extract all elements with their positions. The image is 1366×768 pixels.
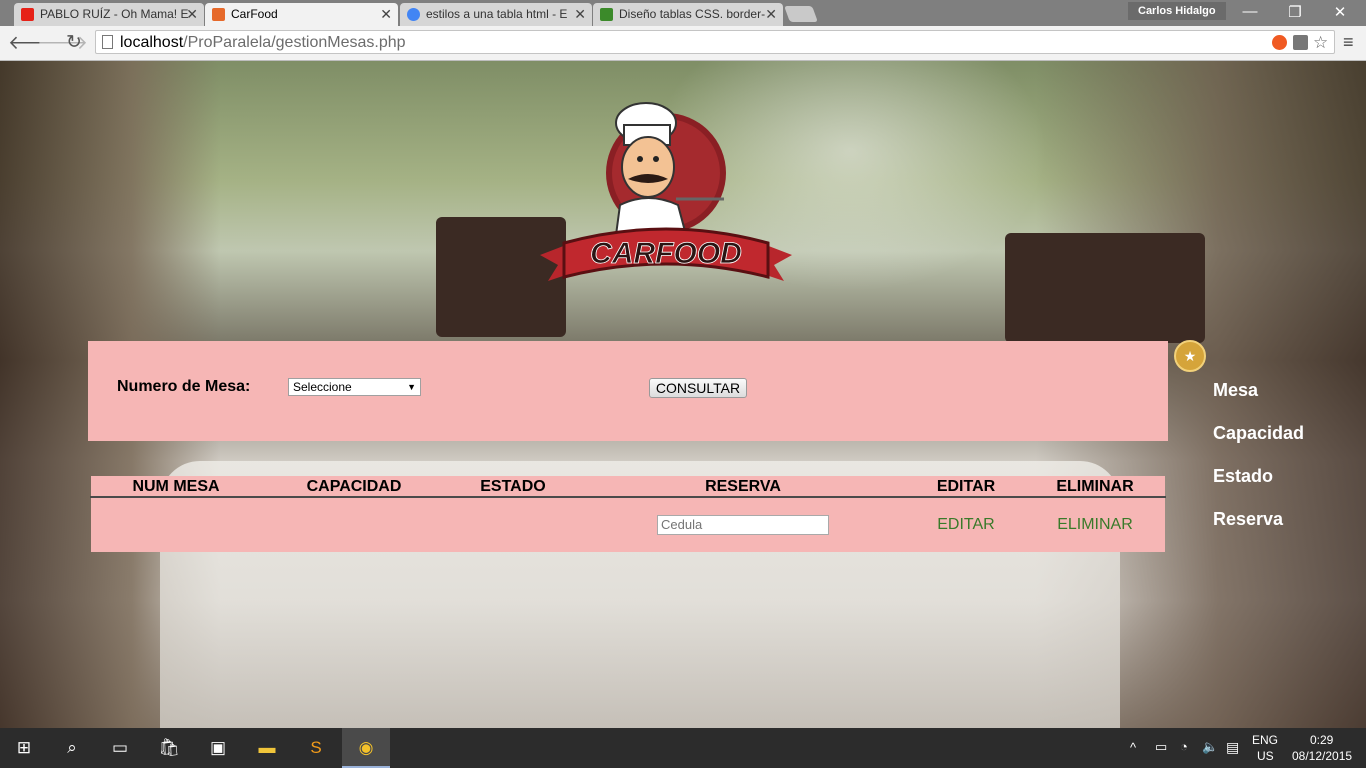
consultar-button[interactable]: CONSULTAR — [649, 378, 747, 398]
num-mesa-cell — [91, 497, 261, 552]
language-region[interactable]: US — [1257, 749, 1274, 763]
new-tab-button[interactable] — [784, 6, 818, 22]
browser-tab-strip: PABLO RUÍZ - Oh Mama! E ✕ CarFood ✕ esti… — [0, 0, 1366, 26]
tab-title: Diseño tablas CSS. border- — [619, 7, 766, 21]
language-code[interactable]: ENG — [1252, 733, 1278, 747]
youtube-favicon-icon — [21, 8, 34, 21]
extension-icon[interactable] — [1272, 35, 1287, 50]
close-icon[interactable]: ✕ — [186, 3, 198, 25]
url-path: /ProParalela/gestionMesas.php — [183, 34, 406, 51]
column-header-estado: ESTADO — [446, 476, 579, 498]
control-panel-icon[interactable]: ▣ — [194, 728, 242, 768]
column-header-num-mesa: NUM MESA — [91, 476, 261, 498]
column-header-editar: EDITAR — [906, 476, 1025, 498]
mesas-table: NUM MESA CAPACIDAD ESTADO RESERVA EDITAR… — [90, 475, 1166, 553]
numero-mesa-select[interactable]: Seleccione ▼ — [288, 378, 421, 396]
url-host: localhost — [120, 34, 184, 51]
file-explorer-icon[interactable]: ▬ — [243, 728, 291, 768]
reserva-cell — [578, 497, 907, 552]
store-icon[interactable]: 🛍 — [145, 728, 193, 768]
tab-diseno-tablas[interactable]: Diseño tablas CSS. border- ✕ — [593, 3, 783, 26]
task-view-icon[interactable]: ▭ — [96, 728, 144, 768]
logo-text: CARFOOD — [590, 237, 742, 270]
tab-youtube[interactable]: PABLO RUÍZ - Oh Mama! E ✕ — [14, 3, 204, 26]
address-bar[interactable]: localhost/ProParalela/gestionMesas.php ☆ — [95, 30, 1335, 54]
page-background: CARFOOD Numero de Mesa: Seleccione ▼ CON… — [0, 61, 1366, 728]
carfood-favicon-icon — [212, 8, 225, 21]
window-close-icon[interactable]: ✕ — [1320, 3, 1360, 21]
table-row: EDITAR ELIMINAR — [91, 497, 1165, 552]
tab-title: estilos a una tabla html - E — [426, 7, 568, 21]
editar-cell: EDITAR — [906, 497, 1025, 552]
reload-icon[interactable]: ↻ — [66, 31, 82, 54]
close-icon[interactable]: ✕ — [765, 3, 777, 25]
star-badge-icon[interactable]: ★ — [1174, 340, 1206, 372]
bookmark-star-icon[interactable]: ☆ — [1313, 34, 1328, 51]
column-header-reserva: RESERVA — [578, 476, 907, 498]
close-icon[interactable]: ✕ — [380, 3, 392, 25]
consult-form-panel: Numero de Mesa: Seleccione ▼ CONSULTAR — [88, 341, 1168, 441]
carfood-logo: CARFOOD — [540, 102, 792, 281]
eliminar-cell: ELIMINAR — [1024, 497, 1165, 552]
google-favicon-icon — [407, 8, 420, 21]
wifi-icon[interactable]: ◔ — [1180, 739, 1188, 754]
side-menu-item-estado[interactable]: Estado — [1213, 466, 1273, 487]
side-menu-item-reserva[interactable]: Reserva — [1213, 509, 1283, 530]
sublime-text-icon[interactable]: S — [292, 728, 340, 768]
table-header-row: NUM MESA CAPACIDAD ESTADO RESERVA EDITAR… — [91, 476, 1165, 498]
action-center-icon[interactable]: ▤ — [1226, 739, 1239, 756]
volume-icon[interactable]: 🔈 — [1202, 739, 1218, 755]
windows-taskbar: ⊞ ⌕ ▭ 🛍 ▣ ▬ S ◉ ^ ▭ ◔ 🔈 ▤ ENG US 0:29 08… — [0, 728, 1366, 768]
tab-google-search[interactable]: estilos a una tabla html - E ✕ — [400, 3, 592, 26]
clock-time[interactable]: 0:29 — [1310, 733, 1333, 747]
numero-mesa-label: Numero de Mesa: — [117, 378, 251, 395]
capacidad-cell — [260, 497, 447, 552]
restore-icon[interactable]: ❐ — [1275, 3, 1315, 21]
profile-button[interactable]: Carlos Hidalgo — [1128, 2, 1226, 20]
estado-cell — [446, 497, 579, 552]
column-header-capacidad: CAPACIDAD — [260, 476, 447, 498]
search-icon[interactable]: ⌕ — [48, 728, 96, 768]
close-icon[interactable]: ✕ — [574, 3, 586, 25]
clock-date[interactable]: 08/12/2015 — [1292, 749, 1352, 763]
cedula-input[interactable] — [657, 514, 829, 535]
page-icon — [102, 35, 113, 49]
dropdown-arrow-icon: ▼ — [407, 382, 416, 392]
browser-toolbar: 🡐 🡒 ↻ localhost/ProParalela/gestionMesas… — [0, 26, 1366, 61]
apr-favicon-icon — [600, 8, 613, 21]
eliminar-link[interactable]: ELIMINAR — [1057, 516, 1133, 533]
side-menu-item-capacidad[interactable]: Capacidad — [1213, 423, 1304, 444]
background-chair — [1005, 233, 1205, 343]
show-hidden-icons-chevron-icon[interactable]: ^ — [1130, 740, 1136, 755]
url-text[interactable]: localhost/ProParalela/gestionMesas.php — [120, 32, 406, 53]
windows-start-icon[interactable]: ⊞ — [0, 728, 48, 768]
select-value: Seleccione — [293, 380, 352, 394]
side-menu-item-mesa[interactable]: Mesa — [1213, 380, 1258, 401]
tab-title: PABLO RUÍZ - Oh Mama! E — [40, 7, 189, 21]
column-header-eliminar: ELIMINAR — [1024, 476, 1165, 498]
battery-icon[interactable]: ▭ — [1155, 739, 1167, 755]
chrome-menu-icon[interactable]: ≡ — [1343, 32, 1354, 53]
tab-carfood[interactable]: CarFood ✕ — [205, 3, 398, 26]
tab-title: CarFood — [231, 7, 278, 21]
minimize-icon[interactable]: — — [1230, 3, 1270, 20]
editar-link[interactable]: EDITAR — [937, 516, 994, 533]
translate-icon[interactable] — [1293, 35, 1308, 50]
chrome-taskbar-icon[interactable]: ◉ — [342, 728, 390, 768]
